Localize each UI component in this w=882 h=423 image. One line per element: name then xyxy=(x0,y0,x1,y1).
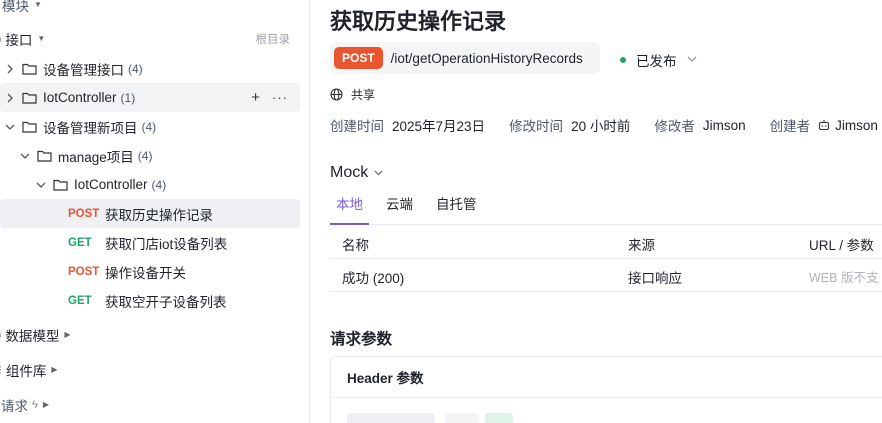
table-row[interactable]: 成功 (200) 接口响应 WEB 版不支 xyxy=(330,259,882,292)
mock-table: 名称 来源 URL / 参数 成功 (200) 接口响应 WEB 版不支 xyxy=(330,226,882,292)
circle-icon: ) xyxy=(0,327,1,342)
add-icon[interactable]: + xyxy=(251,89,260,106)
endpoint-item-switch[interactable]: POST 操作设备开关 xyxy=(0,257,300,286)
tab-self-hosted[interactable]: 自托管 xyxy=(430,192,483,224)
endpoint-item-history[interactable]: POST 获取历史操作记录 xyxy=(0,199,300,228)
header-params-title: Header 参数 xyxy=(331,357,882,398)
param-name-chip xyxy=(347,413,435,423)
chevron-down-icon xyxy=(374,168,383,179)
chevron-down-icon xyxy=(4,121,16,133)
caret-down-icon: ▼ xyxy=(34,0,42,9)
endpoint-item-store-devices[interactable]: GET 获取门店iot设备列表 xyxy=(0,228,300,257)
sidebar-item-iotcontroller[interactable]: IotController (1) + ··· xyxy=(0,83,300,112)
component-icon: ⁝ xyxy=(0,363,2,377)
sidebar-item-manage-project[interactable]: manage项目 (4) xyxy=(0,141,300,170)
chevron-right-icon xyxy=(4,92,16,104)
chevron-down-icon xyxy=(687,55,697,66)
folder-open-icon xyxy=(53,178,68,191)
page-title: 获取历史操作记录 xyxy=(330,9,507,34)
folder-open-icon xyxy=(22,120,37,133)
endpoint-path: /iot/getOperationHistoryRecords xyxy=(390,50,583,66)
chevron-right-icon xyxy=(4,63,16,75)
folder-icon xyxy=(22,62,37,75)
bolt-icon: ϟ xyxy=(32,398,38,411)
sidebar-section-modules[interactable]: 模块 ▼ xyxy=(0,0,300,19)
tab-cloud[interactable]: 云端 xyxy=(380,192,419,224)
caret-right-icon: ▶ xyxy=(42,400,49,409)
mock-tabs: 本地 云端 自托管 xyxy=(330,192,882,225)
root-dir-label: 根目录 xyxy=(255,33,291,46)
method-badge: GET xyxy=(68,236,92,249)
sidebar-section-data-models[interactable]: ) 数据模型 ▶ xyxy=(0,320,300,349)
sidebar: 模块 ▼ ) 接口 ▼ 根目录 设备管理接口 (4) IotController… xyxy=(0,0,310,423)
sidebar-section-requests[interactable]: 请求 ϟ ▶ xyxy=(0,390,300,419)
globe-icon xyxy=(330,88,343,101)
status-dot-icon xyxy=(620,57,626,63)
folder-icon xyxy=(22,91,37,104)
more-icon[interactable]: ··· xyxy=(272,90,288,105)
param-required-chip xyxy=(485,413,513,423)
share-button[interactable]: 共享 xyxy=(330,86,375,103)
method-badge: POST xyxy=(68,207,100,220)
sidebar-item-device-mgmt-api[interactable]: 设备管理接口 (4) xyxy=(0,54,300,83)
endpoint-item-sub-devices[interactable]: GET 获取空开子设备列表 xyxy=(0,286,300,315)
param-type-chip xyxy=(445,413,479,423)
request-params-title: 请求参数 xyxy=(330,331,393,348)
header-params-panel: Header 参数 xyxy=(330,356,882,423)
tab-local[interactable]: 本地 xyxy=(330,192,369,225)
sidebar-section-components[interactable]: ⁝ 组件库 ▶ xyxy=(0,355,300,384)
method-badge: GET xyxy=(68,294,92,307)
folder-open-icon xyxy=(37,149,52,162)
sidebar-section-api[interactable]: ) 接口 ▼ 根目录 xyxy=(0,24,300,53)
chevron-down-icon xyxy=(35,179,47,191)
mock-section-toggle[interactable]: Mock xyxy=(330,164,383,182)
status-label: 已发布 xyxy=(636,54,677,69)
status-dropdown[interactable]: 已发布 xyxy=(620,50,697,70)
caret-down-icon: ▼ xyxy=(37,34,46,43)
table-header: 名称 来源 URL / 参数 xyxy=(330,226,882,259)
caret-right-icon: ▶ xyxy=(51,365,58,374)
metadata-bar: 创建时间 2025年7月23日 修改时间 20 小时前 修改者 Jimson 创… xyxy=(330,117,878,135)
main-content: 获取历史操作记录 POST /iot/getOperationHistoryRe… xyxy=(310,0,882,423)
endpoint-url-box[interactable]: POST /iot/getOperationHistoryRecords xyxy=(330,42,600,74)
circle-icon: ) xyxy=(0,31,1,46)
sidebar-item-iotcontroller-2[interactable]: IotController (4) xyxy=(0,170,300,199)
caret-right-icon: ▶ xyxy=(64,330,71,339)
method-badge: POST xyxy=(334,47,383,69)
robot-icon xyxy=(818,119,830,131)
sidebar-item-new-project[interactable]: 设备管理新项目 (4) xyxy=(0,112,300,141)
method-badge: POST xyxy=(68,265,100,278)
chevron-down-icon xyxy=(19,150,31,162)
